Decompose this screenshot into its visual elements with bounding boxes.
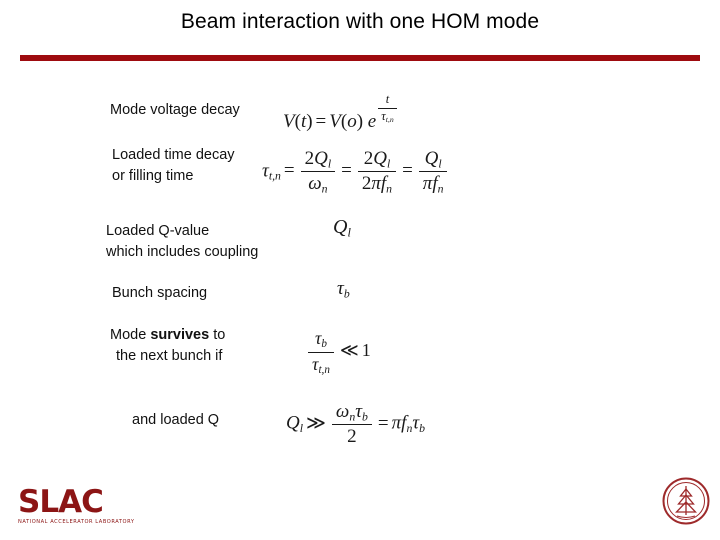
math-tau-b-sub: b bbox=[343, 287, 350, 301]
math-Q-b-sub: l bbox=[386, 157, 391, 171]
row-loaded-q-value: Loaded Q-value which includes coupling bbox=[106, 221, 258, 263]
math-Q-a-sub: l bbox=[327, 157, 332, 171]
math-Q-c-sub: l bbox=[438, 157, 442, 171]
formula-loaded-q-value: Ql bbox=[333, 216, 351, 240]
math-much-greater-than: ≫ bbox=[306, 412, 326, 434]
row-label: Bunch spacing bbox=[112, 283, 207, 304]
row-label-line2: the next bunch if bbox=[116, 348, 223, 365]
slac-tagline: NATIONAL ACCELERATOR LABORATORY bbox=[18, 519, 135, 525]
title-divider-rule bbox=[20, 55, 700, 61]
math-tau-tn: τ bbox=[262, 160, 269, 182]
math-V: V bbox=[283, 111, 295, 133]
math-tau-b-num-sub: b bbox=[321, 338, 327, 351]
math-two-final: 2 bbox=[347, 426, 357, 448]
math-two-c: 2 bbox=[361, 173, 372, 195]
math-tau-final: τ bbox=[355, 401, 363, 422]
math-exponent-fraction: t τt,n bbox=[378, 92, 397, 125]
math-two-a: 2 bbox=[304, 148, 315, 169]
formula-bunch-spacing: τb bbox=[337, 278, 350, 301]
math-o: o bbox=[347, 111, 357, 133]
page-title: Beam interaction with one HOM mode bbox=[180, 10, 540, 33]
math-omega-n-final: ω bbox=[335, 401, 350, 422]
math-tau-final-sub: b bbox=[362, 410, 368, 424]
formula-and-loaded-q: Ql ≫ ωnτb 2 = πfnτb bbox=[286, 401, 425, 448]
row-label: Loaded time decay or filling time bbox=[112, 145, 235, 187]
math-fraction-tau-ratio: τb τt,n bbox=[308, 328, 334, 376]
math-Q-loaded-sub: l bbox=[347, 225, 351, 240]
row-label: Mode survives to the next bunch if bbox=[110, 325, 225, 367]
math-exp-t: t bbox=[385, 92, 390, 106]
math-pi-a: π bbox=[371, 173, 381, 195]
row-label-line1: Loaded time decay bbox=[112, 147, 235, 163]
math-one: 1 bbox=[361, 340, 371, 361]
math-Q-c: Q bbox=[424, 148, 439, 169]
math-tau-b: τ bbox=[337, 278, 344, 299]
math-Q-a: Q bbox=[314, 148, 328, 169]
stanford-seal-icon bbox=[662, 477, 710, 525]
row-label: and loaded Q bbox=[132, 410, 219, 431]
row-label-line2: or filling time bbox=[112, 168, 194, 185]
math-Q-l-final: Q bbox=[286, 412, 300, 434]
math-Q-b: Q bbox=[373, 148, 387, 169]
row-mode-voltage-decay: Mode voltage decay bbox=[110, 100, 240, 121]
math-two-b: 2 bbox=[363, 148, 374, 169]
row-label-line1: Loaded Q-value bbox=[106, 223, 210, 239]
math-pi-b: π bbox=[422, 173, 433, 195]
row-and-loaded-q: and loaded Q bbox=[132, 410, 219, 431]
math-f-b-sub: n bbox=[437, 182, 444, 196]
math-f-a-sub: n bbox=[386, 182, 393, 196]
formula-mode-survives: τb τt,n ≪ 1 bbox=[305, 328, 371, 376]
slac-wordmark: SLAC bbox=[18, 484, 104, 520]
formula-mode-voltage-decay: V(t) = V(o) e t τt,n bbox=[283, 92, 397, 133]
math-omega-a: ω bbox=[308, 173, 322, 195]
math-fraction-2: 2Ql 2πfn bbox=[357, 148, 397, 196]
row-label-line1-pre: Mode bbox=[110, 327, 151, 343]
math-equals: = bbox=[315, 111, 327, 133]
row-label-line1-post: to bbox=[209, 327, 226, 343]
math-Q-loaded: Q bbox=[333, 216, 348, 238]
row-label-line1: Mode survives to bbox=[110, 325, 225, 346]
row-label-line1: and loaded Q bbox=[132, 412, 220, 428]
row-mode-survives: Mode survives to the next bunch if bbox=[110, 325, 225, 367]
row-label: Mode voltage decay bbox=[110, 100, 240, 121]
math-equals-1: = bbox=[283, 160, 295, 182]
math-exp-tau-sub: t,n bbox=[385, 114, 394, 124]
math-fraction-3: Ql πfn bbox=[418, 148, 448, 196]
row-label-line1: Bunch spacing bbox=[112, 285, 208, 301]
math-tau-tn-den-sub: t,n bbox=[318, 363, 330, 376]
math-V2: V bbox=[329, 111, 341, 133]
math-tau-b-final-sub: b bbox=[419, 422, 426, 436]
math-fraction-1: 2Ql ωn bbox=[300, 148, 336, 196]
math-pi-final: π bbox=[391, 412, 402, 434]
math-equals-3: = bbox=[402, 160, 413, 182]
row-label-line1-emphasis: survives bbox=[150, 327, 210, 343]
row-label: Loaded Q-value which includes coupling bbox=[106, 221, 258, 263]
math-e: e bbox=[367, 111, 377, 133]
row-label-line2: which includes coupling bbox=[106, 244, 259, 261]
math-much-less-than: ≪ bbox=[339, 340, 359, 361]
formula-loaded-time-decay: τt,n = 2Ql ωn = 2Ql 2πfn = Ql πfn bbox=[262, 148, 450, 196]
math-tau-tn-sub: t,n bbox=[268, 169, 281, 183]
row-loaded-time-decay: Loaded time decay or filling time bbox=[112, 145, 235, 187]
row-bunch-spacing: Bunch spacing bbox=[112, 283, 207, 304]
math-fraction-omega-tau: ωnτb 2 bbox=[331, 401, 372, 448]
row-label-line1: Mode voltage decay bbox=[110, 102, 240, 118]
math-equals-final: = bbox=[377, 412, 389, 434]
math-omega-a-sub: n bbox=[321, 182, 328, 196]
slide-canvas: Beam interaction with one HOM mode Mode … bbox=[0, 0, 720, 540]
math-equals-2: = bbox=[341, 160, 352, 182]
slac-logo: SLAC NATIONAL ACCELERATOR LABORATORY bbox=[18, 484, 135, 533]
